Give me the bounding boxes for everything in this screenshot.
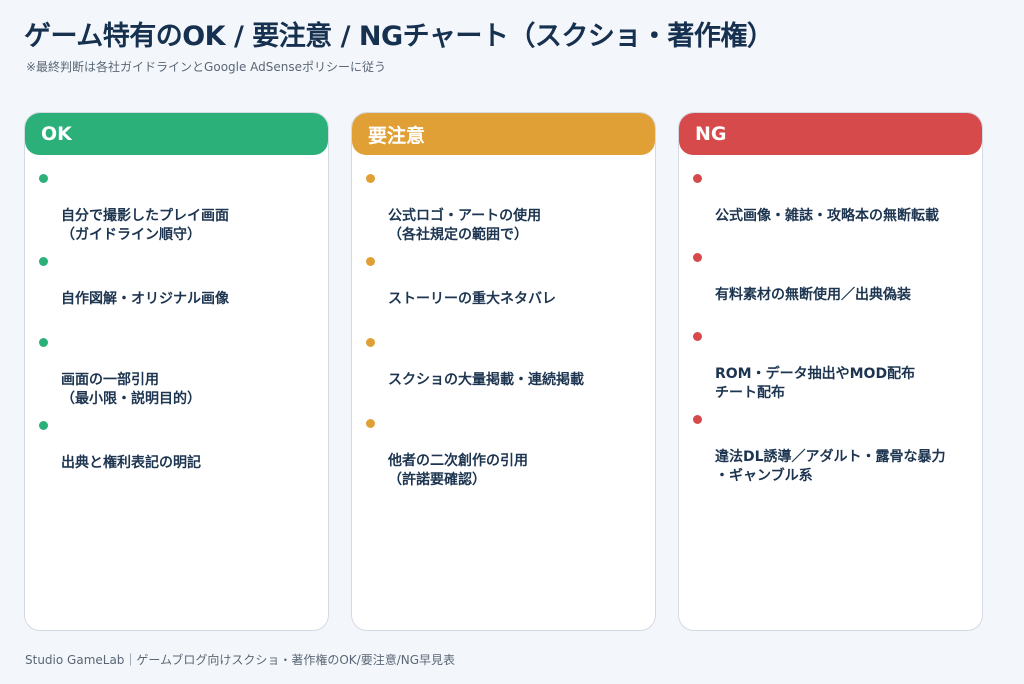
bullet-dot-icon — [693, 415, 702, 424]
list-item: 違法DL誘導／アダルト・露骨な暴力 ・ギャンブル系 — [679, 410, 982, 486]
list-item-text: 他者の二次創作の引用 （許諾要確認） — [388, 453, 528, 488]
bullet-dot-icon — [39, 257, 48, 266]
list-item-text: スクショの大量掲載・連続掲載 — [388, 372, 584, 388]
bullet-dot-icon — [366, 257, 375, 266]
ng-card: NG 公式画像・雑誌・攻略本の無断転載 有料素材の無断使用／出典偽装 ROM・デ… — [678, 112, 983, 631]
caution-card: 要注意 公式ロゴ・アートの使用 （各社規定の範囲で） ストーリーの重大ネタバレ … — [351, 112, 656, 631]
bullet-dot-icon — [693, 332, 702, 341]
bullet-dot-icon — [366, 419, 375, 428]
list-item-text: 画面の一部引用 （最小限・説明目的） — [61, 372, 201, 407]
list-item-text: 有料素材の無断使用／出典偽装 — [715, 287, 911, 303]
ok-card-header: OK — [25, 113, 328, 155]
list-item-text: 自作図解・オリジナル画像 — [61, 291, 229, 307]
footer-credit: Studio GameLab｜ゲームブログ向けスクショ・著作権のOK/要注意/N… — [25, 653, 456, 667]
ng-list: 公式画像・雑誌・攻略本の無断転載 有料素材の無断使用／出典偽装 ROM・データ抽… — [679, 155, 982, 486]
list-item-text: 公式ロゴ・アートの使用 （各社規定の範囲で） — [388, 208, 542, 243]
ng-card-header: NG — [679, 113, 982, 155]
list-item-text: 公式画像・雑誌・攻略本の無断転載 — [715, 208, 939, 224]
list-item: 公式ロゴ・アートの使用 （各社規定の範囲で） — [352, 169, 655, 245]
caution-card-header: 要注意 — [352, 113, 655, 155]
bullet-dot-icon — [366, 174, 375, 183]
list-item: 有料素材の無断使用／出典偽装 — [679, 248, 982, 305]
list-item-text: 自分で撮影したプレイ画面 （ガイドライン順守） — [61, 208, 229, 243]
list-item: 画面の一部引用 （最小限・説明目的） — [25, 333, 328, 409]
list-item: 出典と権利表記の明記 — [25, 416, 328, 473]
list-item: スクショの大量掲載・連続掲載 — [352, 333, 655, 390]
list-item: 他者の二次創作の引用 （許諾要確認） — [352, 414, 655, 490]
list-item: ストーリーの重大ネタバレ — [352, 252, 655, 309]
list-item-text: ストーリーの重大ネタバレ — [388, 291, 556, 307]
list-item: 公式画像・雑誌・攻略本の無断転載 — [679, 169, 982, 226]
list-item: 自分で撮影したプレイ画面 （ガイドライン順守） — [25, 169, 328, 245]
list-item-text: 出典と権利表記の明記 — [61, 455, 201, 471]
bullet-dot-icon — [693, 174, 702, 183]
bullet-dot-icon — [693, 253, 702, 262]
ok-card: OK 自分で撮影したプレイ画面 （ガイドライン順守） 自作図解・オリジナル画像 … — [24, 112, 329, 631]
list-item-text: 違法DL誘導／アダルト・露骨な暴力 ・ギャンブル系 — [715, 449, 946, 484]
bullet-dot-icon — [39, 338, 48, 347]
bullet-dot-icon — [39, 421, 48, 430]
bullet-dot-icon — [39, 174, 48, 183]
page-subtitle: ※最終判断は各社ガイドラインとGoogle AdSenseポリシーに従う — [26, 60, 387, 74]
list-item: ROM・データ抽出やMOD配布 チート配布 — [679, 327, 982, 403]
caution-list: 公式ロゴ・アートの使用 （各社規定の範囲で） ストーリーの重大ネタバレ スクショ… — [352, 155, 655, 490]
ok-list: 自分で撮影したプレイ画面 （ガイドライン順守） 自作図解・オリジナル画像 画面の… — [25, 155, 328, 473]
bullet-dot-icon — [366, 338, 375, 347]
list-item: 自作図解・オリジナル画像 — [25, 252, 328, 309]
list-item-text: ROM・データ抽出やMOD配布 チート配布 — [715, 366, 916, 401]
page-title: ゲーム特有のOK / 要注意 / NGチャート（スクショ・著作権） — [24, 21, 774, 52]
